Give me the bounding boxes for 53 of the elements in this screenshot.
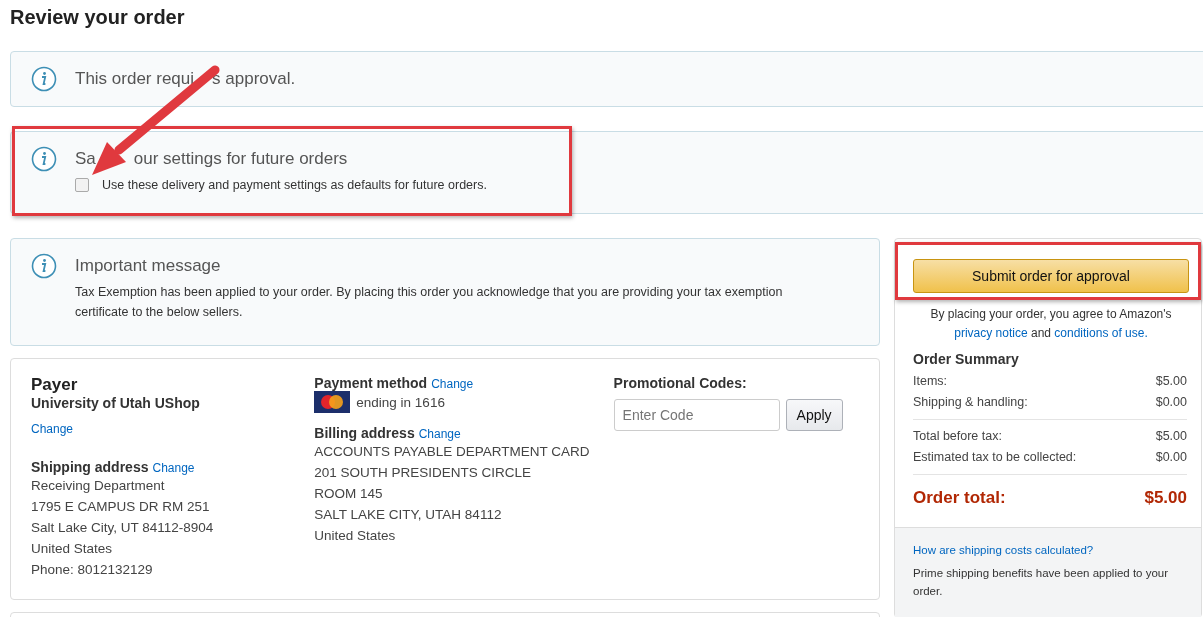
promo-heading: Promotional Codes: [613,375,748,391]
total-label: Order total: [913,487,1006,509]
change-link[interactable]: Change [418,427,461,441]
billing-heading: Billing address [314,425,415,441]
summary-value: $5.00 [1155,428,1187,445]
total-value: $5.00 [1144,487,1187,509]
apply-button[interactable]: Apply [785,399,843,431]
payer-heading: Payer [31,375,79,395]
summary-value: $5.00 [1155,373,1187,390]
info-icon [31,66,57,92]
shipping-costs-link[interactable]: How are shipping costs calculated? [913,544,1187,556]
privacy-link[interactable]: privacy notice [954,326,1028,340]
prime-note: Prime shipping benefits have been applied to your order. [913,566,1170,599]
notice-text: s approval. [212,68,296,89]
shipping-heading: Shipping address [31,459,149,475]
change-link[interactable]: Change [31,422,74,436]
submit-button[interactable]: Submit order for approval [913,259,1189,293]
card-ending: ending in 1616 [356,393,445,412]
summary-label: Total before tax: [913,428,1002,445]
page-title: Review your order [10,6,186,29]
notice-text: This order requi [75,68,195,89]
message-text: Tax Exemption has been applied to your order. By placing this order you acknowledge that you are providing your tax exemption certificate to the below sellers. [75,284,784,321]
address-line: SALT LAKE CITY, UTAH 84112 [314,506,503,524]
promo-code-field[interactable]: Enter Code [613,399,780,431]
summary-title: Order Summary [913,351,1020,367]
conditions-link[interactable]: conditions of use. [1054,326,1148,340]
address-line: United States [314,527,397,545]
message-title: Important message [75,256,222,276]
notice-title: Sa [75,149,96,169]
summary-value: $0.00 [1155,449,1187,466]
address-line: United States [31,540,114,558]
info-icon [31,146,57,172]
payment-heading: Payment method [314,375,428,391]
summary-label: Estimated tax to be collected: [913,449,1077,466]
address-line: 201 SOUTH PRESIDENTS CIRCLE [314,464,533,482]
agreement-text: By placing your order, you agree to Amazon's privacy notice and conditions of use. [929,306,1173,342]
address-line: Salt Lake City, UT 84112-8904 [31,519,215,537]
notice-title: our settings for future orders [133,149,348,169]
change-link[interactable]: Change [152,461,195,475]
address-line: Phone: 8012132129 [31,561,154,579]
info-icon [31,253,57,279]
summary-value: $0.00 [1155,394,1187,411]
address-line: Receiving Department [31,477,166,495]
checkbox[interactable] [75,178,89,192]
address-line: ROOM 145 [314,485,384,503]
card-icon [314,391,351,413]
checkbox-label: Use these delivery and payment settings as defaults for future orders. [102,178,487,192]
address-line: ACCOUNTS PAYABLE DEPARTMENT CARD [314,443,591,461]
address-line: 1795 E CAMPUS DR RM 251 [31,498,211,516]
change-link[interactable]: Change [431,377,474,391]
summary-label: Shipping & handling: [913,394,1028,411]
payer-name: University of Utah UShop [31,395,201,411]
summary-label: Items: [913,373,948,390]
